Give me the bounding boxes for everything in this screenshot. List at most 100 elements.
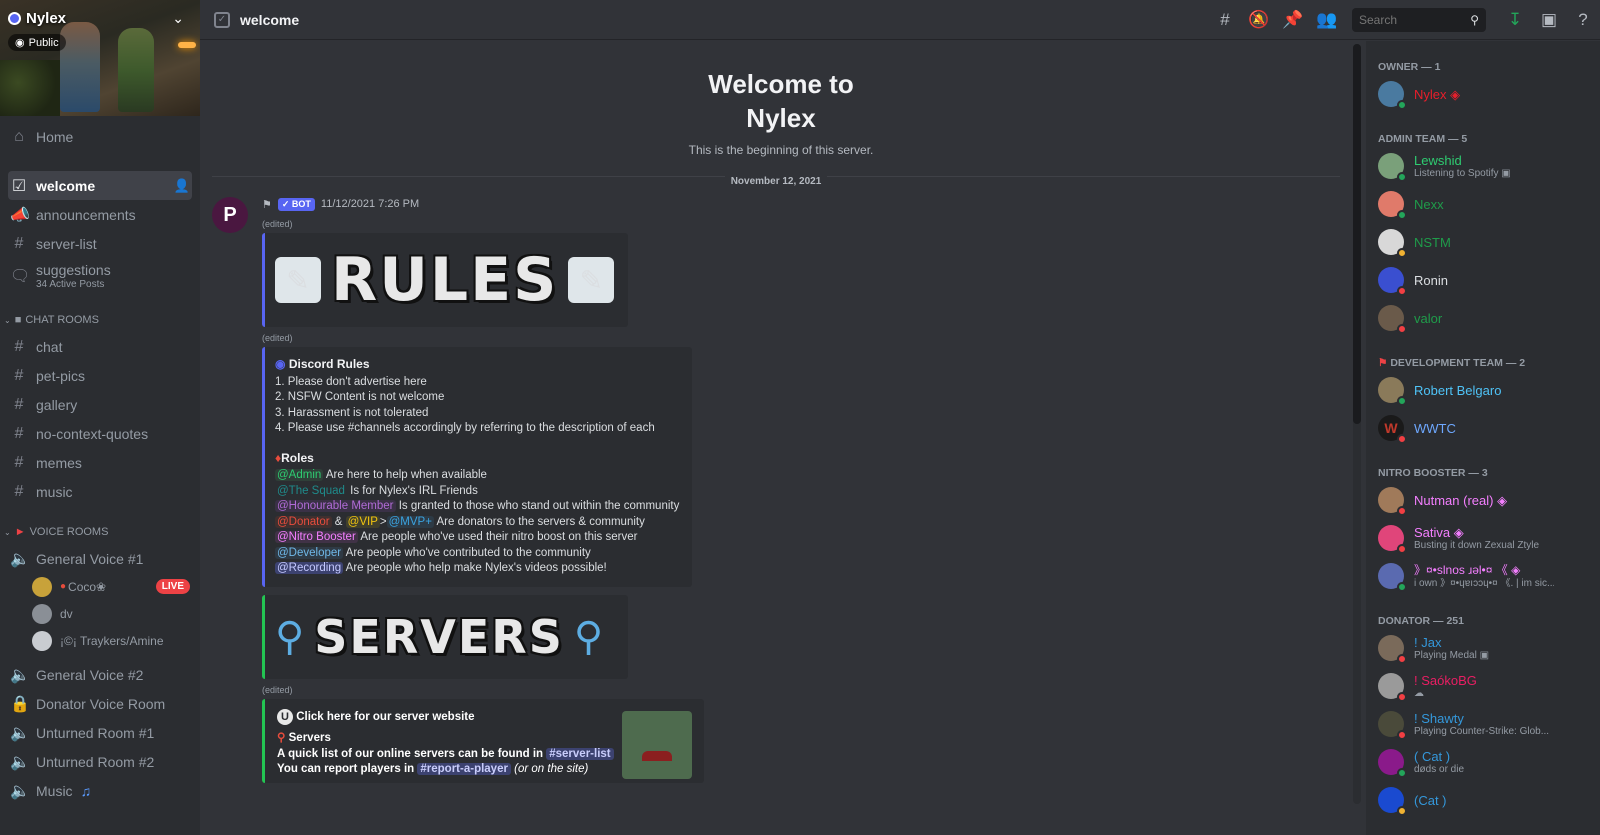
channel-header: ✓ welcome # 🔕 📌 👥 ⚲ ↧ ▣ ? (200, 0, 1600, 40)
member-item[interactable]: ! SaókoBG ☁ (1378, 667, 1600, 705)
speaker-icon: 🔈 (10, 724, 30, 742)
pin-icon[interactable]: 📌 (1276, 10, 1310, 30)
voice-unturned-2[interactable]: 🔈 Unturned Room #2 (8, 747, 192, 776)
chevron-down-icon: ⌄ (4, 527, 11, 537)
member-item[interactable]: W WWTC (1378, 409, 1600, 447)
joystick-icon: ⚲ (277, 732, 286, 744)
channel-suggestions[interactable]: 🗨 suggestions 34 Active Posts (8, 258, 192, 294)
voice-user[interactable]: ● Coco❀ LIVE (32, 573, 190, 600)
member-item[interactable]: Robert Belgaro (1378, 371, 1600, 409)
channel-pet-pics[interactable]: # pet-pics (8, 361, 192, 390)
hash-icon: # (14, 453, 24, 471)
timestamp: 11/12/2021 7:26 PM (320, 198, 420, 210)
inbox-icon[interactable]: ▣ (1532, 10, 1566, 30)
channel-chat[interactable]: # chat (8, 332, 192, 361)
channel-welcome[interactable]: ☑ welcome 👤 (8, 171, 192, 200)
member-item[interactable]: Nylex ◈ (1378, 75, 1600, 113)
voice-user[interactable]: ¡©¡ Traykers/Amine (32, 627, 190, 654)
channel-mention[interactable]: #report-a-player (417, 763, 511, 775)
server-banner[interactable]: Nylex ⌄ ◉ Public (0, 0, 200, 116)
role-line: @Honourable Member Is granted to those w… (275, 500, 680, 512)
avatar (1378, 229, 1407, 258)
voice-general-1[interactable]: 🔈 General Voice #1 (8, 544, 192, 573)
member-item[interactable]: NSTM (1378, 223, 1600, 261)
voice-flag-icon: ► (14, 526, 26, 538)
notepad-icon: ✎ (275, 257, 321, 303)
download-icon[interactable]: ↧ (1498, 10, 1532, 30)
channel-sidebar: Nylex ⌄ ◉ Public ⌂ Home ☑ welcome 👤 📣 an… (0, 0, 200, 835)
channel-no-context-quotes[interactable]: # no-context-quotes (8, 419, 192, 448)
notepad-icon: ✎ (568, 257, 615, 303)
invite-icon[interactable]: 👤 (174, 178, 190, 194)
category-chat-rooms[interactable]: ⌄ ■ CHAT ROOMS (0, 308, 200, 332)
music-note-icon: ♫ (80, 782, 92, 799)
avatar: W (1378, 415, 1407, 444)
channel-gallery[interactable]: # gallery (8, 390, 192, 419)
scrollbar[interactable] (1353, 44, 1361, 804)
forum-icon: 🗨 (10, 268, 31, 285)
avatar (1378, 563, 1407, 592)
speaker-icon: 🔈 (10, 666, 30, 684)
website-link[interactable]: Click here for our server website (296, 711, 474, 723)
member-item[interactable]: Sativa ◈ Busting it down Zexual Ztyle (1378, 519, 1600, 557)
member-item[interactable]: Nutman (real) ◈ (1378, 481, 1600, 519)
member-item[interactable]: 》¤•slnos ɹǝl•¤ 《 ◈ i own 》¤•ɥɐıɔɔɥ•¤ 《. |… (1378, 557, 1600, 595)
speaker-icon: 🔈 (10, 550, 30, 568)
avatar (1378, 191, 1407, 220)
role-line: @Developer Are people who've contributed… (275, 546, 591, 559)
member-item[interactable]: ( Cat ) døds or die (1378, 743, 1600, 781)
rules-embed: ◉ Discord Rules 1. Please don't advertis… (262, 347, 692, 587)
lock-icon: 🔒 (10, 695, 30, 713)
home-link[interactable]: ⌂ Home (8, 122, 192, 151)
joystick-icon: ⚲ (275, 614, 305, 659)
chevron-down-icon[interactable]: ⌄ (172, 10, 184, 27)
voice-music[interactable]: 🔈 Music ♫ (8, 776, 192, 805)
avatar (1378, 673, 1407, 702)
voice-unturned-1[interactable]: 🔈 Unturned Room #1 (8, 718, 192, 747)
hash-icon: # (14, 424, 24, 442)
member-item[interactable]: (Cat ) (1378, 781, 1600, 819)
member-item[interactable]: valor (1378, 299, 1600, 337)
welcome-title: Welcome to (708, 69, 854, 99)
help-icon[interactable]: ? (1566, 10, 1600, 30)
threads-icon[interactable]: # (1208, 10, 1242, 30)
voice-general-2[interactable]: 🔈 General Voice #2 (8, 660, 192, 689)
hash-icon: # (14, 395, 24, 413)
member-category: DONATOR — 251 (1378, 615, 1464, 627)
avatar (1378, 525, 1407, 554)
avatar (1378, 487, 1407, 516)
member-item[interactable]: Lewshid Listening to Spotify ▣ (1378, 147, 1600, 185)
channel-music[interactable]: # music (8, 477, 192, 506)
member-item[interactable]: ! Shawty Playing Counter-Strike: Glob... (1378, 705, 1600, 743)
public-badge: ◉ Public (8, 34, 66, 51)
bell-muted-icon[interactable]: 🔕 (1242, 10, 1276, 30)
role-line: @Nitro Booster Are people who've used th… (275, 531, 638, 543)
member-item[interactable]: Ronin (1378, 261, 1600, 299)
avatar[interactable]: P (212, 197, 248, 233)
voice-user[interactable]: dv (32, 600, 190, 627)
search-input[interactable] (1359, 13, 1449, 27)
server-name[interactable]: Nylex (8, 10, 66, 27)
member-item[interactable]: ! Jax Playing Medal ▣ (1378, 629, 1600, 667)
member-category: ⚑ DEVELOPMENT TEAM — 2 (1378, 357, 1526, 369)
speaker-icon: 🔈 (10, 782, 30, 800)
member-list: OWNER — 1 Nylex ◈ ADMIN TEAM — 5 Lewshid… (1366, 41, 1600, 835)
globe-icon: ◉ (15, 37, 25, 49)
avatar (1378, 153, 1407, 182)
search-box[interactable]: ⚲ (1352, 8, 1486, 32)
channel-memes[interactable]: # memes (8, 448, 192, 477)
avatar (1378, 787, 1407, 816)
members-icon[interactable]: 👥 (1310, 10, 1344, 30)
channel-server-list[interactable]: # server-list (8, 229, 192, 258)
channel-mention[interactable]: #server-list (546, 747, 614, 760)
edited-label: (edited) (262, 219, 293, 229)
hash-icon: # (14, 234, 24, 252)
scrollbar-thumb[interactable] (1353, 44, 1361, 424)
category-voice-rooms[interactable]: ⌄ ► VOICE ROOMS (0, 520, 200, 544)
welcome-server-name: Nylex (746, 103, 816, 133)
channel-announcements[interactable]: 📣 announcements (8, 200, 192, 229)
muzzle-flash (178, 42, 196, 48)
servers-banner: ⚲ SERVERS ⚲ (262, 594, 628, 679)
member-item[interactable]: Nexx (1378, 185, 1600, 223)
voice-donator[interactable]: 🔒 Donator Voice Room (8, 689, 192, 718)
